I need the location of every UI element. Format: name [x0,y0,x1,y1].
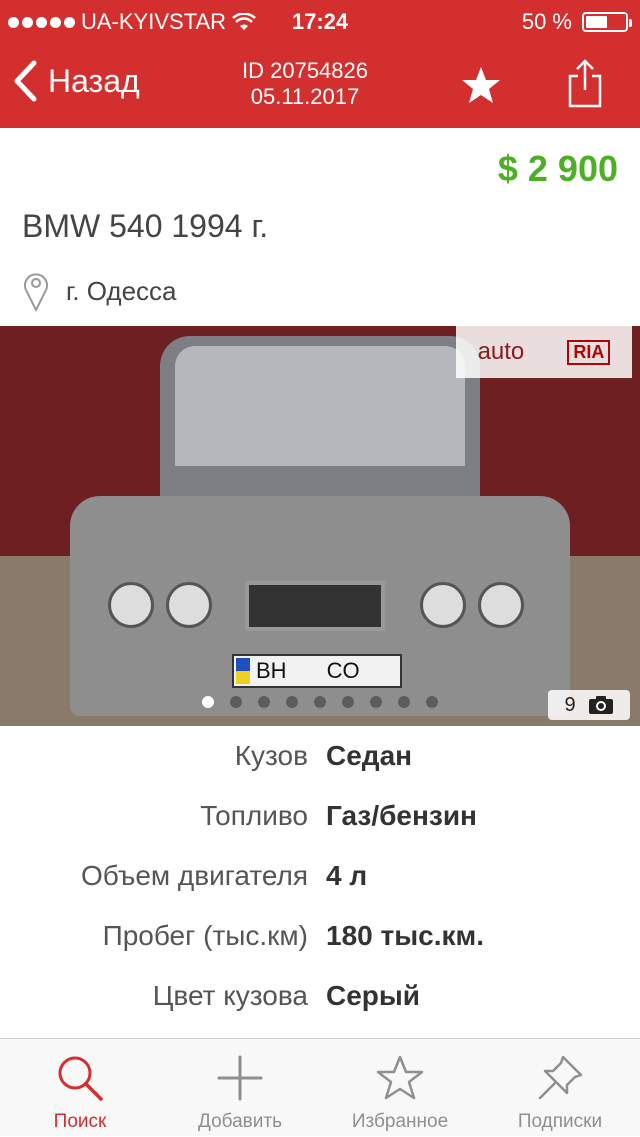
car-grille [245,581,385,631]
pager-dot[interactable] [342,696,354,708]
spec-label: Цвет кузова [152,980,308,1011]
spec-label: Пробег (тыс.км) [102,920,308,951]
tab-subscriptions[interactable]: Подписки [480,1039,640,1137]
tab-label: Избранное [351,1111,449,1132]
status-bar: UA-KYIVSTAR 17:24 50 % [0,0,640,40]
photo-count: 9 [564,693,576,716]
plus-icon [217,1055,263,1101]
spec-value: Седан [326,740,413,771]
spec-label: Объем двигателя [80,860,308,891]
price: $ 2 900 [497,148,618,189]
search-icon [58,1056,103,1101]
photo-gallery[interactable]: BH CO auto RIA 9 [0,326,640,726]
spec-value: 4 л [326,860,368,891]
tab-label: Подписки [517,1111,603,1132]
back-label: Назад [48,62,140,99]
license-plate: BH CO [232,654,402,688]
listing-id: ID 20754826 [242,58,368,83]
pager-dot[interactable] [230,696,242,708]
car-windshield [175,346,465,466]
spec-label: Топливо [200,800,308,831]
pager-dot[interactable] [286,696,298,708]
tab-add[interactable]: Добавить [160,1039,320,1137]
listing-title: BMW 540 1994 г. [22,208,269,244]
photo-count-badge[interactable]: 9 [548,690,630,720]
pager-dot[interactable] [426,696,438,708]
pin-icon [538,1055,583,1100]
star-icon [376,1055,424,1100]
tab-favorites[interactable]: Избранное [320,1039,480,1137]
back-button[interactable]: Назад [12,60,140,102]
favorite-star-button[interactable] [460,64,502,106]
battery-icon [582,12,632,32]
battery-group: 50 % [521,9,632,35]
spec-value: Серый [326,980,421,1011]
autoria-watermark: auto RIA [456,326,632,378]
chevron-left-icon [14,60,37,102]
location-row: г. Одесса [22,270,177,312]
camera-icon [588,696,613,714]
battery-percent: 50 % [521,9,572,34]
spec-value: 180 тыс.км. [326,920,484,951]
spec-label: Кузов [234,740,308,771]
pager-dot[interactable] [398,696,410,708]
pager-dot[interactable] [202,696,214,708]
location-pin-icon [24,273,48,312]
tab-label: Добавить [198,1111,282,1132]
tab-label: Поиск [53,1111,107,1132]
listing-date: 05.11.2017 [250,84,360,109]
gallery-pager[interactable] [0,696,640,708]
listing-header: ID 20754826 05.11.2017 [200,58,410,110]
tab-search[interactable]: Поиск [0,1039,160,1137]
spec-value: Газ/бензин [326,800,477,831]
location-text: г. Одесса [66,275,177,306]
pager-dot[interactable] [314,696,326,708]
share-button[interactable] [566,58,604,108]
navigation-bar: Назад ID 20754826 05.11.2017 [0,40,640,128]
tab-bar: Поиск Добавить Избранное Подписки [0,1038,640,1136]
pager-dot[interactable] [258,696,270,708]
pager-dot[interactable] [370,696,382,708]
